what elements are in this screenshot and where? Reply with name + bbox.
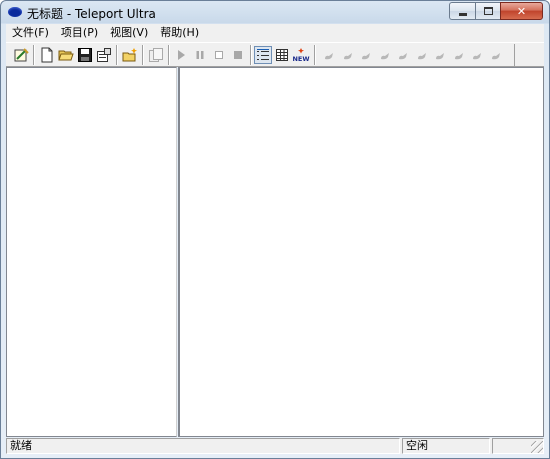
list-view-icon xyxy=(257,49,269,60)
pause-button[interactable] xyxy=(191,46,209,64)
toolbar-separator xyxy=(314,45,316,65)
minimize-icon xyxy=(458,12,467,16)
new-items-button[interactable]: NEW xyxy=(292,46,310,64)
link-icon xyxy=(399,53,407,60)
start-button[interactable] xyxy=(172,46,190,64)
toolbar-separator xyxy=(250,45,252,65)
link-button[interactable] xyxy=(468,46,486,64)
toolbar-separator xyxy=(168,45,170,65)
caption-buttons: ✕ xyxy=(449,2,543,20)
link-button[interactable] xyxy=(487,46,505,64)
new-items-label: NEW xyxy=(292,55,309,63)
teleport-ellipse-icon[interactable] xyxy=(8,7,22,17)
maximize-button[interactable] xyxy=(475,2,500,20)
link-icon xyxy=(491,53,500,60)
status-right-cell: 空闲 xyxy=(402,438,490,454)
new-project-icon xyxy=(122,48,137,62)
link-icon xyxy=(380,53,389,60)
toolbar-separator xyxy=(33,45,35,65)
properties-button[interactable] xyxy=(95,46,113,64)
open-folder-icon xyxy=(58,50,74,61)
link-button[interactable] xyxy=(357,46,375,64)
grid-view-icon xyxy=(276,49,288,61)
minimize-button[interactable] xyxy=(449,2,475,20)
wizard-icon xyxy=(14,48,29,62)
link-button[interactable] xyxy=(339,46,357,64)
link-icon xyxy=(343,53,352,60)
link-button[interactable] xyxy=(394,46,412,64)
project-list-pane[interactable] xyxy=(178,67,544,437)
toolbar-separator xyxy=(142,45,144,65)
new-file-button[interactable] xyxy=(38,46,56,64)
toolbar-separator xyxy=(116,45,118,65)
link-icon xyxy=(417,53,426,60)
stop-icon xyxy=(234,51,242,59)
title-bar[interactable]: 无标题 - Teleport Ultra ✕ xyxy=(1,1,549,23)
play-icon xyxy=(178,50,185,60)
list-view-button[interactable] xyxy=(254,46,272,64)
save-icon xyxy=(78,48,92,62)
copy-project-icon xyxy=(149,48,163,62)
link-button[interactable] xyxy=(450,46,468,64)
properties-icon xyxy=(97,48,111,62)
stop-after-button[interactable] xyxy=(210,46,228,64)
resize-grip-icon[interactable] xyxy=(531,441,543,453)
link-button[interactable] xyxy=(376,46,394,64)
link-button[interactable] xyxy=(413,46,431,64)
toolbar-end-divider xyxy=(514,44,515,66)
window-title: 无标题 - Teleport Ultra xyxy=(27,7,156,21)
maximize-icon xyxy=(483,7,493,15)
open-button[interactable] xyxy=(57,46,75,64)
save-button[interactable] xyxy=(76,46,94,64)
link-icon xyxy=(362,53,370,60)
link-button[interactable] xyxy=(320,46,338,64)
menu-file[interactable]: 文件(F) xyxy=(6,24,55,42)
link-icon xyxy=(473,53,481,60)
app-window: 无标题 - Teleport Ultra ✕ 文件(F) 项目(P) 视图(V)… xyxy=(0,0,550,459)
close-icon: ✕ xyxy=(516,4,527,18)
status-ready: 就绪 xyxy=(10,439,32,452)
toolbar: NEW xyxy=(6,42,544,67)
grid-view-button[interactable] xyxy=(273,46,291,64)
menu-project[interactable]: 项目(P) xyxy=(55,24,104,42)
link-icon xyxy=(325,53,333,60)
new-items-icon: NEW xyxy=(292,48,310,63)
link-button[interactable] xyxy=(431,46,449,64)
wizard-button[interactable] xyxy=(12,46,30,64)
menu-bar: 文件(F) 项目(P) 视图(V) 帮助(H) xyxy=(6,24,544,42)
close-button[interactable]: ✕ xyxy=(500,2,543,20)
menu-view[interactable]: 视图(V) xyxy=(104,24,154,42)
project-tree-pane[interactable] xyxy=(6,67,177,437)
new-project-button[interactable] xyxy=(121,46,139,64)
status-idle: 空闲 xyxy=(406,439,428,452)
status-bar: 就绪 空闲 xyxy=(6,438,544,454)
stop-button[interactable] xyxy=(229,46,247,64)
new-file-icon xyxy=(41,47,53,63)
status-left-cell: 就绪 xyxy=(6,438,400,454)
pause-icon xyxy=(196,51,204,59)
copy-project-button[interactable] xyxy=(147,46,165,64)
menu-help[interactable]: 帮助(H) xyxy=(154,24,205,42)
link-icon xyxy=(436,53,444,60)
stop-outline-icon xyxy=(215,51,223,59)
link-icon xyxy=(454,53,463,60)
